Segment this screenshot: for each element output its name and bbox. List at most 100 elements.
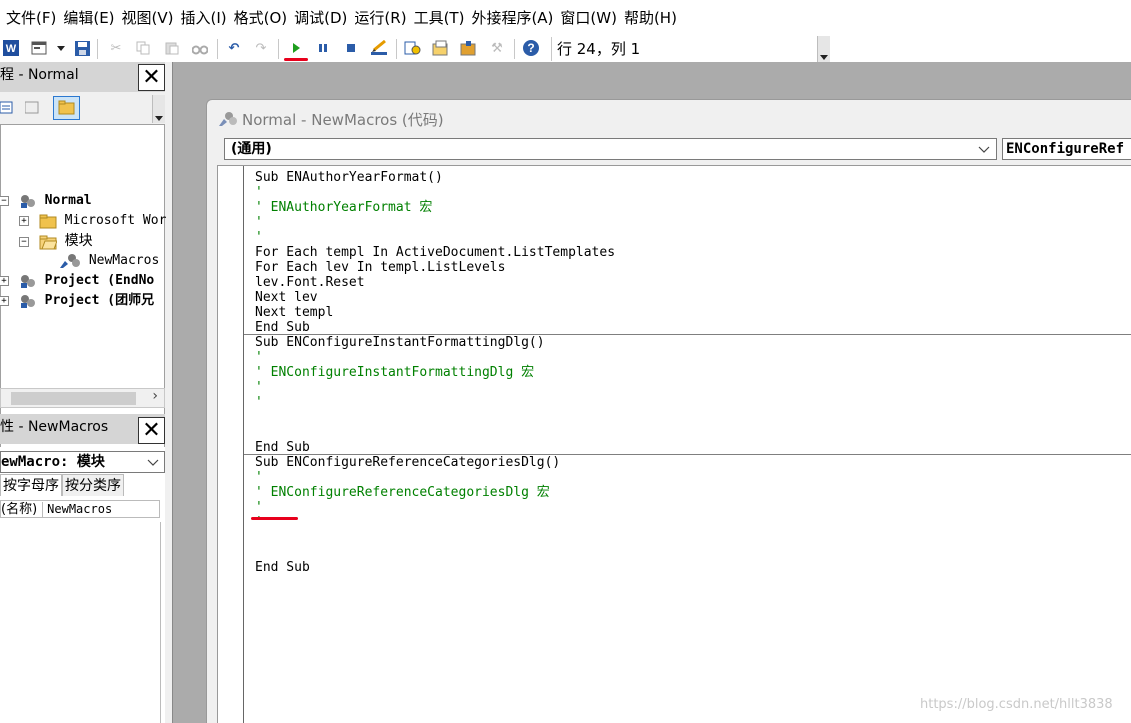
tree-node-modules[interactable]: − 模块 <box>19 231 93 251</box>
break-icon[interactable] <box>314 39 332 57</box>
tree-node-project-endnote[interactable]: + Project (EndNo <box>0 271 154 291</box>
code-line: End Sub <box>255 320 310 335</box>
code-line: ' ENAuthorYearFormat 宏 <box>255 200 433 215</box>
paste-icon[interactable] <box>163 39 181 57</box>
menu-insert[interactable]: 插入(I) <box>174 0 227 36</box>
scroll-right-icon[interactable]: › <box>152 388 158 404</box>
code-line: Sub ENConfigureInstantFormattingDlg() <box>255 335 545 350</box>
collapse-icon[interactable]: − <box>19 236 29 247</box>
toolbar-separator <box>217 39 218 59</box>
code-line: ' ENConfigureReferenceCategoriesDlg 宏 <box>255 485 550 500</box>
object-browser-icon[interactable] <box>460 39 478 57</box>
annotation-underline-cursor <box>251 517 298 520</box>
object-combo[interactable]: (通用) <box>224 138 997 160</box>
help-icon[interactable]: ? <box>522 39 540 57</box>
open-folder-icon <box>39 234 58 250</box>
code-line: End Sub <box>255 560 310 575</box>
word-icon[interactable]: W <box>2 39 20 57</box>
grid-border <box>160 522 161 723</box>
expand-icon[interactable]: + <box>19 215 29 226</box>
code-line: Next lev <box>255 290 318 305</box>
menu-help[interactable]: 帮助(H) <box>617 0 677 36</box>
menu-bar: 文件(F) 编辑(E) 视图(V) 插入(I) 格式(O) 调试(D) 运行(R… <box>0 0 1131 36</box>
toolbox-icon[interactable]: ⚒ <box>488 39 506 57</box>
code-line: For Each templ In ActiveDocument.ListTem… <box>255 245 616 260</box>
svg-text:?: ? <box>527 41 534 55</box>
watermark: https://blog.csdn.net/hllt3838 <box>920 697 1113 712</box>
expand-icon[interactable]: + <box>0 295 9 306</box>
find-icon[interactable] <box>191 39 209 57</box>
margin-indicator-bar[interactable] <box>218 166 244 723</box>
code-line: ' <box>255 215 263 230</box>
menu-window[interactable]: 窗口(W) <box>553 0 617 36</box>
annotation-underline-run <box>284 58 308 61</box>
code-line: ' <box>255 380 263 395</box>
collapse-icon[interactable]: − <box>0 195 9 206</box>
run-icon[interactable] <box>287 39 305 57</box>
tree-node-normal[interactable]: − Normal <box>0 191 92 211</box>
undo-icon[interactable]: ↶ <box>225 39 243 57</box>
toggle-folders-button[interactable] <box>53 96 80 120</box>
code-line: Sub ENConfigureReferenceCategoriesDlg() <box>255 455 561 470</box>
code-line: ' ENConfigureInstantFormattingDlg 宏 <box>255 365 535 380</box>
project-icon <box>19 273 37 289</box>
code-line: ' <box>255 350 263 365</box>
menu-view[interactable]: 视图(V) <box>115 0 174 36</box>
copy-icon[interactable] <box>134 39 152 57</box>
folder-icon <box>39 213 57 229</box>
toolbar-separator <box>97 39 98 59</box>
reset-icon[interactable] <box>342 39 360 57</box>
properties-object-select[interactable]: ewMacro: 模块 <box>0 451 165 473</box>
tree-horizontal-scrollbar[interactable]: › <box>0 388 165 408</box>
pane-toolbar-grip[interactable] <box>152 95 165 123</box>
insert-userform-icon[interactable] <box>30 39 48 57</box>
project-pane-close-button[interactable]: ✕ <box>138 64 165 91</box>
code-line: ' <box>255 185 263 200</box>
standard-toolbar: W ✂ ↶ ↷ ⚒ ? 行 24，列 1 <box>0 36 1131 62</box>
view-object-icon[interactable] <box>24 101 39 115</box>
code-line: Next templ <box>255 305 334 320</box>
project-pane-toolbar <box>0 95 165 123</box>
code-line: Sub ENAuthorYearFormat() <box>255 170 443 185</box>
tab-categorized[interactable]: 按分类序 <box>62 474 124 496</box>
view-code-icon[interactable] <box>0 101 14 115</box>
code-line: ' <box>255 230 263 245</box>
project-icon <box>19 293 37 309</box>
code-line: lev.Font.Reset <box>255 275 365 290</box>
code-line: ' <box>255 395 263 410</box>
cursor-position: 行 24，列 1 <box>551 37 817 61</box>
design-mode-icon[interactable] <box>370 39 388 57</box>
left-dock: 程 - Normal ✕ − Normal + Microsoft Wor − … <box>0 62 172 723</box>
menu-tools[interactable]: 工具(T) <box>407 0 465 36</box>
project-explorer-icon[interactable] <box>404 39 422 57</box>
expand-icon[interactable]: + <box>0 275 9 286</box>
tab-alphabetic[interactable]: 按字母序 <box>0 474 62 496</box>
module-icon <box>59 253 81 269</box>
tree-node-project-tuanshixiong[interactable]: + Project (团师兄 <box>0 291 154 311</box>
tree-node-newmacros[interactable]: NewMacros <box>59 251 159 271</box>
code-window-title: Normal - NewMacros (代码) <box>218 109 444 130</box>
menu-run[interactable]: 运行(R) <box>347 0 406 36</box>
code-line: For Each lev In templ.ListLevels <box>255 260 506 275</box>
properties-pane-close-button[interactable]: ✕ <box>138 417 165 444</box>
save-icon[interactable] <box>73 39 91 57</box>
menu-addins[interactable]: 外接程序(A) <box>464 0 553 36</box>
dropdown-icon[interactable] <box>52 39 70 57</box>
scrollbar-thumb[interactable] <box>11 392 136 405</box>
code-editor[interactable]: Sub ENAuthorYearFormat() ' ' ENAuthorYearF… <box>217 165 1131 723</box>
toolbar-separator <box>278 39 279 59</box>
menu-debug[interactable]: 调试(D) <box>287 0 347 36</box>
redo-icon[interactable]: ↷ <box>252 39 270 57</box>
property-row-name[interactable]: (名称) NewMacros <box>0 500 160 518</box>
menu-edit[interactable]: 编辑(E) <box>56 0 114 36</box>
toolbar-separator <box>396 39 397 59</box>
properties-icon[interactable] <box>432 39 450 57</box>
svg-text:W: W <box>6 43 17 55</box>
menu-file[interactable]: 文件(F) <box>0 0 56 36</box>
tree-node-microsoft-word-objects[interactable]: + Microsoft Wor <box>19 211 166 231</box>
code-line: End Sub <box>255 440 310 455</box>
menu-format[interactable]: 格式(O) <box>227 0 288 36</box>
procedure-combo[interactable]: ENConfigureRef <box>1002 138 1131 160</box>
cut-icon[interactable]: ✂ <box>107 39 125 57</box>
toolbar-overflow-grip[interactable] <box>817 36 830 62</box>
